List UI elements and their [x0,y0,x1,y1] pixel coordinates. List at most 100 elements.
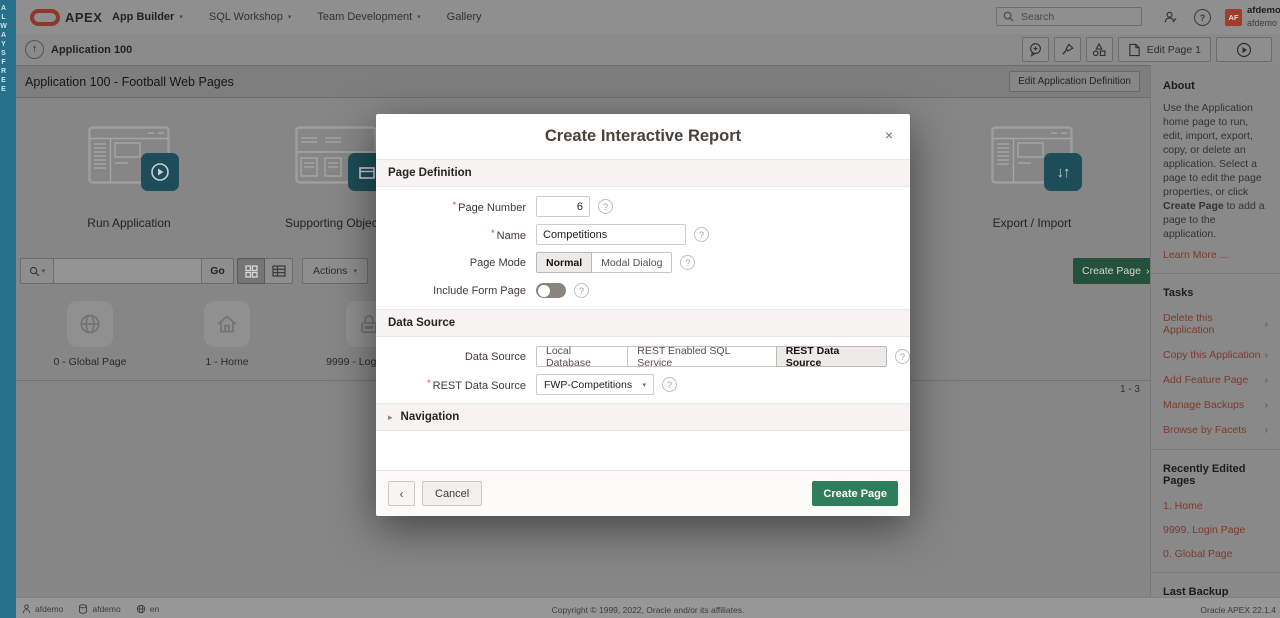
recent-page-global[interactable]: 0. Global Page [1163,548,1268,560]
breadcrumb[interactable]: Application 100 [51,44,132,56]
go-button[interactable]: Go [202,258,234,284]
up-arrow-icon: ↑ [32,43,38,55]
export-import-card[interactable]: ↓↑ Export / Import [952,126,1112,230]
cancel-button[interactable]: Cancel [422,481,482,506]
report-view-icon [272,265,286,277]
page-card-home[interactable]: 1 - Home [167,301,287,368]
run-application-card[interactable]: Run Application [49,126,209,230]
page-mode-row: Page Mode Normal Modal Dialog ? [376,251,910,274]
about-title: About [1163,80,1268,92]
actions-button[interactable]: Actions ▾ [302,258,368,284]
run-application-icon [88,126,170,184]
include-form-label: Include Form Page [376,285,536,297]
version-text: Oracle APEX 22.1.4 [1200,605,1276,615]
about-body: Use the Application home page to run, ed… [1163,101,1268,241]
tasks-title: Tasks [1163,287,1268,299]
edit-page-button[interactable]: Edit Page 1 [1118,37,1211,62]
sidebar-divider [1151,449,1280,450]
workspace-name: afdemo [1247,17,1280,29]
help-icon[interactable]: ? [598,199,613,214]
help-icon[interactable]: ? [574,283,589,298]
page-mode-label: Page Mode [376,257,536,269]
help-icon[interactable]: ? [694,227,709,242]
admin-icon[interactable] [1162,9,1179,26]
menu-team-development[interactable]: Team Development ▾ [317,11,420,23]
data-source-local-database[interactable]: Local Database [536,346,628,367]
apex-logo-text[interactable]: APEX [65,10,102,25]
feedback-bubble-icon [1028,42,1043,57]
search-options-button[interactable]: ▾ [20,258,54,284]
user-info[interactable]: afdemo afdemo [1247,5,1280,29]
toggle-knob [538,285,550,297]
triangle-right-icon: ▸ [388,412,393,423]
export-import-label: Export / Import [952,216,1112,230]
page-mode-normal[interactable]: Normal [536,252,592,273]
task-manage-backups[interactable]: Manage Backups › [1163,399,1268,411]
task-copy-application[interactable]: Copy this Application › [1163,349,1268,361]
close-icon[interactable]: × [878,125,900,147]
pages-search-bar: ▾ Go [20,258,234,284]
page-card-label: 1 - Home [167,356,287,368]
rest-data-source-select[interactable]: FWP-Competitions ▾ [536,374,654,395]
menu-gallery[interactable]: Gallery [447,11,482,23]
footer: afdemo afdemo en Copyright © 1999, 2022,… [16,597,1280,618]
menu-app-builder[interactable]: App Builder ▾ [112,11,183,23]
help-icon[interactable]: ? [1194,9,1211,26]
search-input[interactable] [1019,10,1135,24]
recent-page-login[interactable]: 9999. Login Page [1163,524,1268,536]
app-toolbar: ↑ Application 100 [16,34,1280,66]
create-page-button[interactable]: Create Page [812,481,898,506]
help-icon[interactable]: ? [680,255,695,270]
data-source-rest-data-source[interactable]: REST Data Source [776,346,887,367]
data-source-label: Data Source [376,351,536,363]
learn-more-link[interactable]: Learn More ... [1163,249,1268,261]
shared-components-icon [1091,42,1107,57]
page-number-input[interactable] [536,196,590,217]
menu-sql-workshop[interactable]: SQL Workshop ▾ [209,11,292,23]
back-button[interactable]: ‹ [388,481,415,506]
data-source-rest-enabled-sql[interactable]: REST Enabled SQL Service [627,346,776,367]
right-sidebar: About Use the Application home page to r… [1150,65,1280,598]
play-icon [1236,42,1252,58]
help-icon[interactable]: ? [662,377,677,392]
globe-icon [67,301,113,347]
name-input[interactable] [536,224,686,245]
rest-data-source-label: *REST Data Source [376,378,536,392]
chevron-down-icon: ▾ [42,267,46,275]
name-label: *Name [376,228,536,242]
recent-page-home[interactable]: 1. Home [1163,500,1268,512]
chevron-right-icon: › [1265,425,1268,436]
user-avatar[interactable]: AF [1225,9,1242,26]
chevron-right-icon: › [1265,375,1268,386]
advisor-button[interactable] [1054,37,1081,62]
pages-search-input[interactable] [54,258,202,284]
task-add-feature-page[interactable]: Add Feature Page › [1163,374,1268,386]
shared-components-button[interactable] [1086,37,1113,62]
edit-application-definition-button[interactable]: Edit Application Definition [1009,71,1140,92]
page-card-global[interactable]: 0 - Global Page [30,301,150,368]
view-toggle [237,258,293,284]
report-view-button[interactable] [265,258,293,284]
run-app-button[interactable] [1216,37,1272,62]
section-data-source: Data Source [376,309,910,337]
section-navigation[interactable]: ▸ Navigation [376,403,910,431]
create-page-button-toolbar[interactable]: Create Page › [1073,258,1158,284]
include-form-toggle[interactable] [536,283,566,298]
recent-pages-title: Recently Edited Pages [1163,463,1268,487]
task-delete-application[interactable]: Delete this Application › [1163,312,1268,336]
icon-view-button[interactable] [237,258,265,284]
page-mode-modal-dialog[interactable]: Modal Dialog [591,252,672,273]
up-level-button[interactable]: ↑ [25,40,44,59]
page-mode-pills: Normal Modal Dialog [536,252,672,273]
task-browse-by-facets[interactable]: Browse by Facets › [1163,424,1268,436]
oracle-logo-icon[interactable] [30,9,60,26]
supporting-objects-icon [295,126,377,184]
grid-view-icon [245,265,258,278]
user-name: afdemo [1247,5,1280,17]
help-icon[interactable]: ? [895,349,910,364]
feedback-button[interactable] [1022,37,1049,62]
name-row: *Name ? [376,223,910,246]
page-card-label: 0 - Global Page [30,356,150,368]
required-marker: * [491,228,495,238]
flashlight-icon [1060,42,1075,57]
